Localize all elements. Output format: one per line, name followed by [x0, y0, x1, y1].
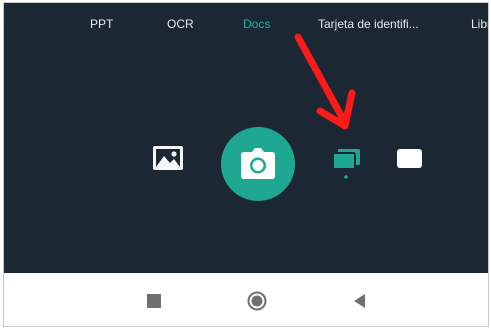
tab-book[interactable]: Libro — [471, 17, 488, 31]
annotation-arrow-icon — [294, 33, 356, 130]
camera-icon — [241, 148, 275, 179]
square-icon[interactable] — [144, 291, 164, 311]
triangle-back-icon[interactable] — [350, 291, 370, 311]
tab-id-card[interactable]: Tarjeta de identifi... — [318, 17, 419, 31]
tab-ppt[interactable]: PPT — [90, 17, 113, 31]
camera-screen: PPT OCR Docs Tarjeta de identifi... Libr… — [4, 3, 488, 273]
shutter-button[interactable] — [221, 127, 295, 201]
scan-mode-tabs: PPT OCR Docs Tarjeta de identifi... Libr… — [4, 17, 488, 37]
screenshot-frame: PPT OCR Docs Tarjeta de identifi... Libr… — [3, 2, 489, 327]
single-page-icon[interactable] — [396, 148, 423, 170]
tab-docs[interactable]: Docs — [243, 17, 270, 31]
tab-ocr[interactable]: OCR — [167, 17, 194, 31]
image-icon[interactable] — [152, 145, 184, 171]
multi-page-icon[interactable] — [331, 148, 361, 180]
circle-icon[interactable] — [247, 291, 267, 311]
android-nav-bar — [4, 273, 488, 326]
